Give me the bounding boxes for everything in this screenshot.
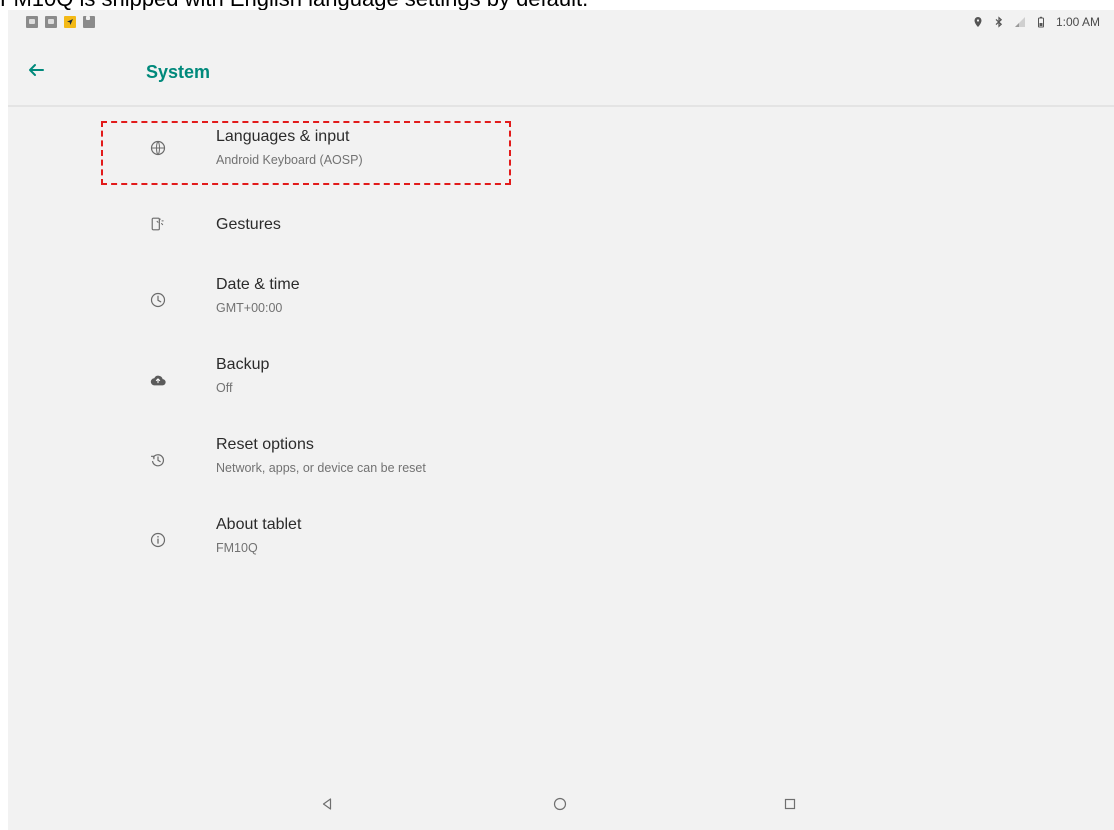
gestures-title: Gestures	[216, 216, 281, 233]
nav-home-button[interactable]	[548, 794, 572, 818]
app-bar: System	[8, 34, 1114, 106]
android-system-settings-screen: 1:00 AM System Languages & input Android…	[8, 10, 1114, 830]
reset-options-title: Reset options	[216, 436, 314, 453]
notification-icons	[26, 16, 95, 28]
about-tablet-title: About tablet	[216, 516, 302, 533]
gestures-icon	[150, 216, 166, 232]
info-icon	[150, 532, 166, 548]
languages-input-item[interactable]: Languages & input Android Keyboard (AOSP…	[8, 114, 628, 188]
battery-icon	[1035, 16, 1047, 28]
sd-card-icon	[83, 16, 95, 28]
reset-options-item[interactable]: Reset options Network, apps, or device c…	[8, 428, 628, 502]
gestures-item[interactable]: Gestures	[8, 192, 628, 266]
location-app-icon	[64, 16, 76, 28]
location-icon	[972, 16, 984, 28]
navigation-bar	[8, 782, 1114, 830]
about-tablet-subtitle: FM10Q	[216, 541, 258, 555]
system-status: 1:00 AM	[972, 14, 1100, 30]
gallery-icon	[45, 16, 57, 28]
clock-icon	[150, 292, 166, 308]
status-bar: 1:00 AM	[8, 10, 1114, 34]
signal-icon	[1014, 16, 1026, 28]
backup-subtitle: Off	[216, 381, 233, 395]
recents-square-icon	[782, 796, 798, 817]
backup-title: Backup	[216, 356, 270, 373]
about-tablet-item[interactable]: About tablet FM10Q	[8, 508, 628, 582]
back-triangle-icon	[319, 796, 335, 817]
home-circle-icon	[552, 796, 568, 817]
app-bar-divider	[8, 105, 1114, 107]
languages-input-title: Languages & input	[216, 128, 350, 145]
cloud-upload-icon	[150, 372, 166, 388]
backup-item[interactable]: Backup Off	[8, 348, 628, 422]
languages-input-subtitle: Android Keyboard (AOSP)	[216, 153, 363, 167]
date-time-subtitle: GMT+00:00	[216, 301, 283, 315]
nav-back-button[interactable]	[315, 794, 339, 818]
globe-icon	[150, 140, 166, 156]
status-time: 1:00 AM	[1055, 15, 1100, 29]
page-title: System	[146, 62, 211, 82]
date-time-title: Date & time	[216, 276, 300, 293]
nav-recents-button[interactable]	[778, 794, 802, 818]
restore-icon	[150, 452, 166, 468]
image-icon	[26, 16, 38, 28]
bluetooth-icon	[993, 16, 1005, 28]
back-button[interactable]	[24, 58, 48, 82]
reset-options-subtitle: Network, apps, or device can be reset	[216, 461, 426, 475]
date-time-item[interactable]: Date & time GMT+00:00	[8, 268, 628, 342]
arrow-back-icon	[24, 64, 48, 86]
